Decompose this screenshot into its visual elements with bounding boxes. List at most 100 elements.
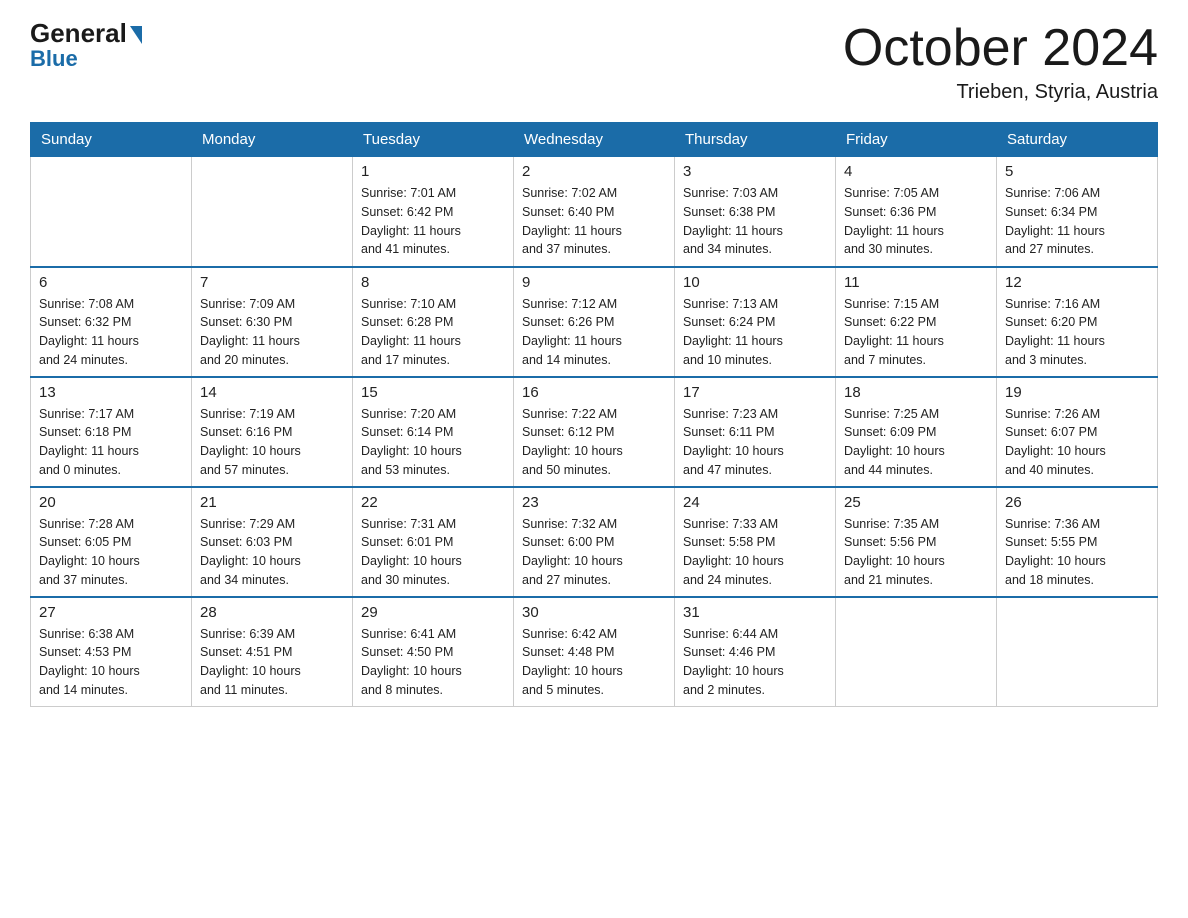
calendar-cell: 2 Sunrise: 7:02 AM Sunset: 6:40 PM Daylig… [514, 157, 675, 267]
day-info: Sunrise: 6:38 AM Sunset: 4:53 PM Dayligh… [39, 625, 183, 700]
weekday-header: Thursday [675, 123, 836, 157]
calendar-cell: 7 Sunrise: 7:09 AM Sunset: 6:30 PM Daylig… [192, 267, 353, 377]
day-number: 3 [683, 163, 827, 180]
weekday-header: Tuesday [353, 123, 514, 157]
calendar-cell: 12 Sunrise: 7:16 AM Sunset: 6:20 PM Dayli… [997, 267, 1158, 377]
day-info: Sunrise: 7:06 AM Sunset: 6:34 PM Dayligh… [1005, 184, 1149, 259]
title-block: October 2024 Trieben, Styria, Austria [843, 20, 1158, 104]
day-number: 6 [39, 274, 183, 291]
day-number: 23 [522, 494, 666, 511]
day-info: Sunrise: 7:26 AM Sunset: 6:07 PM Dayligh… [1005, 405, 1149, 480]
day-number: 20 [39, 494, 183, 511]
day-number: 9 [522, 274, 666, 291]
day-info: Sunrise: 7:22 AM Sunset: 6:12 PM Dayligh… [522, 405, 666, 480]
day-number: 15 [361, 384, 505, 401]
day-info: Sunrise: 6:42 AM Sunset: 4:48 PM Dayligh… [522, 625, 666, 700]
calendar-week-row: 27 Sunrise: 6:38 AM Sunset: 4:53 PM Dayli… [31, 597, 1158, 707]
day-number: 17 [683, 384, 827, 401]
calendar-cell: 28 Sunrise: 6:39 AM Sunset: 4:51 PM Dayli… [192, 597, 353, 707]
calendar-cell: 31 Sunrise: 6:44 AM Sunset: 4:46 PM Dayli… [675, 597, 836, 707]
calendar-cell: 30 Sunrise: 6:42 AM Sunset: 4:48 PM Dayli… [514, 597, 675, 707]
calendar-cell: 18 Sunrise: 7:25 AM Sunset: 6:09 PM Dayli… [836, 377, 997, 487]
calendar-week-row: 20 Sunrise: 7:28 AM Sunset: 6:05 PM Dayli… [31, 487, 1158, 597]
day-number: 19 [1005, 384, 1149, 401]
day-number: 16 [522, 384, 666, 401]
day-info: Sunrise: 7:33 AM Sunset: 5:58 PM Dayligh… [683, 515, 827, 590]
day-info: Sunrise: 7:03 AM Sunset: 6:38 PM Dayligh… [683, 184, 827, 259]
day-info: Sunrise: 7:17 AM Sunset: 6:18 PM Dayligh… [39, 405, 183, 480]
calendar-week-row: 13 Sunrise: 7:17 AM Sunset: 6:18 PM Dayli… [31, 377, 1158, 487]
day-info: Sunrise: 7:29 AM Sunset: 6:03 PM Dayligh… [200, 515, 344, 590]
day-info: Sunrise: 7:01 AM Sunset: 6:42 PM Dayligh… [361, 184, 505, 259]
day-info: Sunrise: 6:39 AM Sunset: 4:51 PM Dayligh… [200, 625, 344, 700]
day-number: 25 [844, 494, 988, 511]
day-info: Sunrise: 7:19 AM Sunset: 6:16 PM Dayligh… [200, 405, 344, 480]
day-info: Sunrise: 7:32 AM Sunset: 6:00 PM Dayligh… [522, 515, 666, 590]
day-number: 8 [361, 274, 505, 291]
day-number: 10 [683, 274, 827, 291]
day-info: Sunrise: 7:23 AM Sunset: 6:11 PM Dayligh… [683, 405, 827, 480]
day-number: 13 [39, 384, 183, 401]
calendar-cell: 29Sunrise: 6:41 AM Sunset: 4:50 PM Dayli… [353, 597, 514, 707]
calendar-cell: 27 Sunrise: 6:38 AM Sunset: 4:53 PM Dayli… [31, 597, 192, 707]
logo-general-text: General [30, 20, 127, 46]
day-number: 24 [683, 494, 827, 511]
calendar-cell: 14 Sunrise: 7:19 AM Sunset: 6:16 PM Dayli… [192, 377, 353, 487]
calendar-cell: 11Sunrise: 7:15 AM Sunset: 6:22 PM Dayli… [836, 267, 997, 377]
calendar-cell: 5 Sunrise: 7:06 AM Sunset: 6:34 PM Daylig… [997, 157, 1158, 267]
day-info: Sunrise: 7:08 AM Sunset: 6:32 PM Dayligh… [39, 295, 183, 370]
calendar-cell [836, 597, 997, 707]
day-number: 7 [200, 274, 344, 291]
calendar-cell [997, 597, 1158, 707]
day-info: Sunrise: 7:09 AM Sunset: 6:30 PM Dayligh… [200, 295, 344, 370]
day-number: 14 [200, 384, 344, 401]
day-number: 27 [39, 604, 183, 621]
calendar-cell: 4Sunrise: 7:05 AM Sunset: 6:36 PM Daylig… [836, 157, 997, 267]
calendar-cell: 6 Sunrise: 7:08 AM Sunset: 6:32 PM Daylig… [31, 267, 192, 377]
day-number: 4 [844, 163, 988, 180]
calendar-week-row: 6 Sunrise: 7:08 AM Sunset: 6:32 PM Daylig… [31, 267, 1158, 377]
calendar-cell: 23 Sunrise: 7:32 AM Sunset: 6:00 PM Dayli… [514, 487, 675, 597]
day-info: Sunrise: 6:44 AM Sunset: 4:46 PM Dayligh… [683, 625, 827, 700]
day-number: 28 [200, 604, 344, 621]
weekday-header: Saturday [997, 123, 1158, 157]
calendar-cell: 22 Sunrise: 7:31 AM Sunset: 6:01 PM Dayli… [353, 487, 514, 597]
calendar-cell: 17 Sunrise: 7:23 AM Sunset: 6:11 PM Dayli… [675, 377, 836, 487]
day-number: 29 [361, 604, 505, 621]
day-info: Sunrise: 7:28 AM Sunset: 6:05 PM Dayligh… [39, 515, 183, 590]
day-number: 22 [361, 494, 505, 511]
header: General Blue October 2024 Trieben, Styri… [30, 20, 1158, 104]
day-number: 21 [200, 494, 344, 511]
logo-blue-text: Blue [30, 48, 78, 70]
calendar-cell: 13 Sunrise: 7:17 AM Sunset: 6:18 PM Dayli… [31, 377, 192, 487]
weekday-header: Friday [836, 123, 997, 157]
calendar-cell: 20 Sunrise: 7:28 AM Sunset: 6:05 PM Dayli… [31, 487, 192, 597]
calendar-body: 1Sunrise: 7:01 AM Sunset: 6:42 PM Daylig… [31, 157, 1158, 707]
calendar-cell: 24 Sunrise: 7:33 AM Sunset: 5:58 PM Dayli… [675, 487, 836, 597]
weekday-header: Sunday [31, 123, 192, 157]
day-number: 11 [844, 274, 988, 291]
weekday-header: Wednesday [514, 123, 675, 157]
day-number: 2 [522, 163, 666, 180]
calendar-cell: 3 Sunrise: 7:03 AM Sunset: 6:38 PM Daylig… [675, 157, 836, 267]
logo-general: General [30, 20, 142, 46]
day-info: Sunrise: 7:25 AM Sunset: 6:09 PM Dayligh… [844, 405, 988, 480]
day-number: 18 [844, 384, 988, 401]
day-number: 5 [1005, 163, 1149, 180]
day-number: 12 [1005, 274, 1149, 291]
calendar-cell [192, 157, 353, 267]
calendar-cell: 8 Sunrise: 7:10 AM Sunset: 6:28 PM Daylig… [353, 267, 514, 377]
day-number: 31 [683, 604, 827, 621]
calendar-cell: 19 Sunrise: 7:26 AM Sunset: 6:07 PM Dayli… [997, 377, 1158, 487]
day-number: 30 [522, 604, 666, 621]
day-info: Sunrise: 7:02 AM Sunset: 6:40 PM Dayligh… [522, 184, 666, 259]
calendar-cell: 15Sunrise: 7:20 AM Sunset: 6:14 PM Dayli… [353, 377, 514, 487]
logo: General Blue [30, 20, 142, 70]
weekday-header: Monday [192, 123, 353, 157]
day-info: Sunrise: 7:16 AM Sunset: 6:20 PM Dayligh… [1005, 295, 1149, 370]
day-info: Sunrise: 7:35 AM Sunset: 5:56 PM Dayligh… [844, 515, 988, 590]
day-info: Sunrise: 7:10 AM Sunset: 6:28 PM Dayligh… [361, 295, 505, 370]
day-info: Sunrise: 7:31 AM Sunset: 6:01 PM Dayligh… [361, 515, 505, 590]
calendar-cell [31, 157, 192, 267]
calendar-cell: 25 Sunrise: 7:35 AM Sunset: 5:56 PM Dayli… [836, 487, 997, 597]
